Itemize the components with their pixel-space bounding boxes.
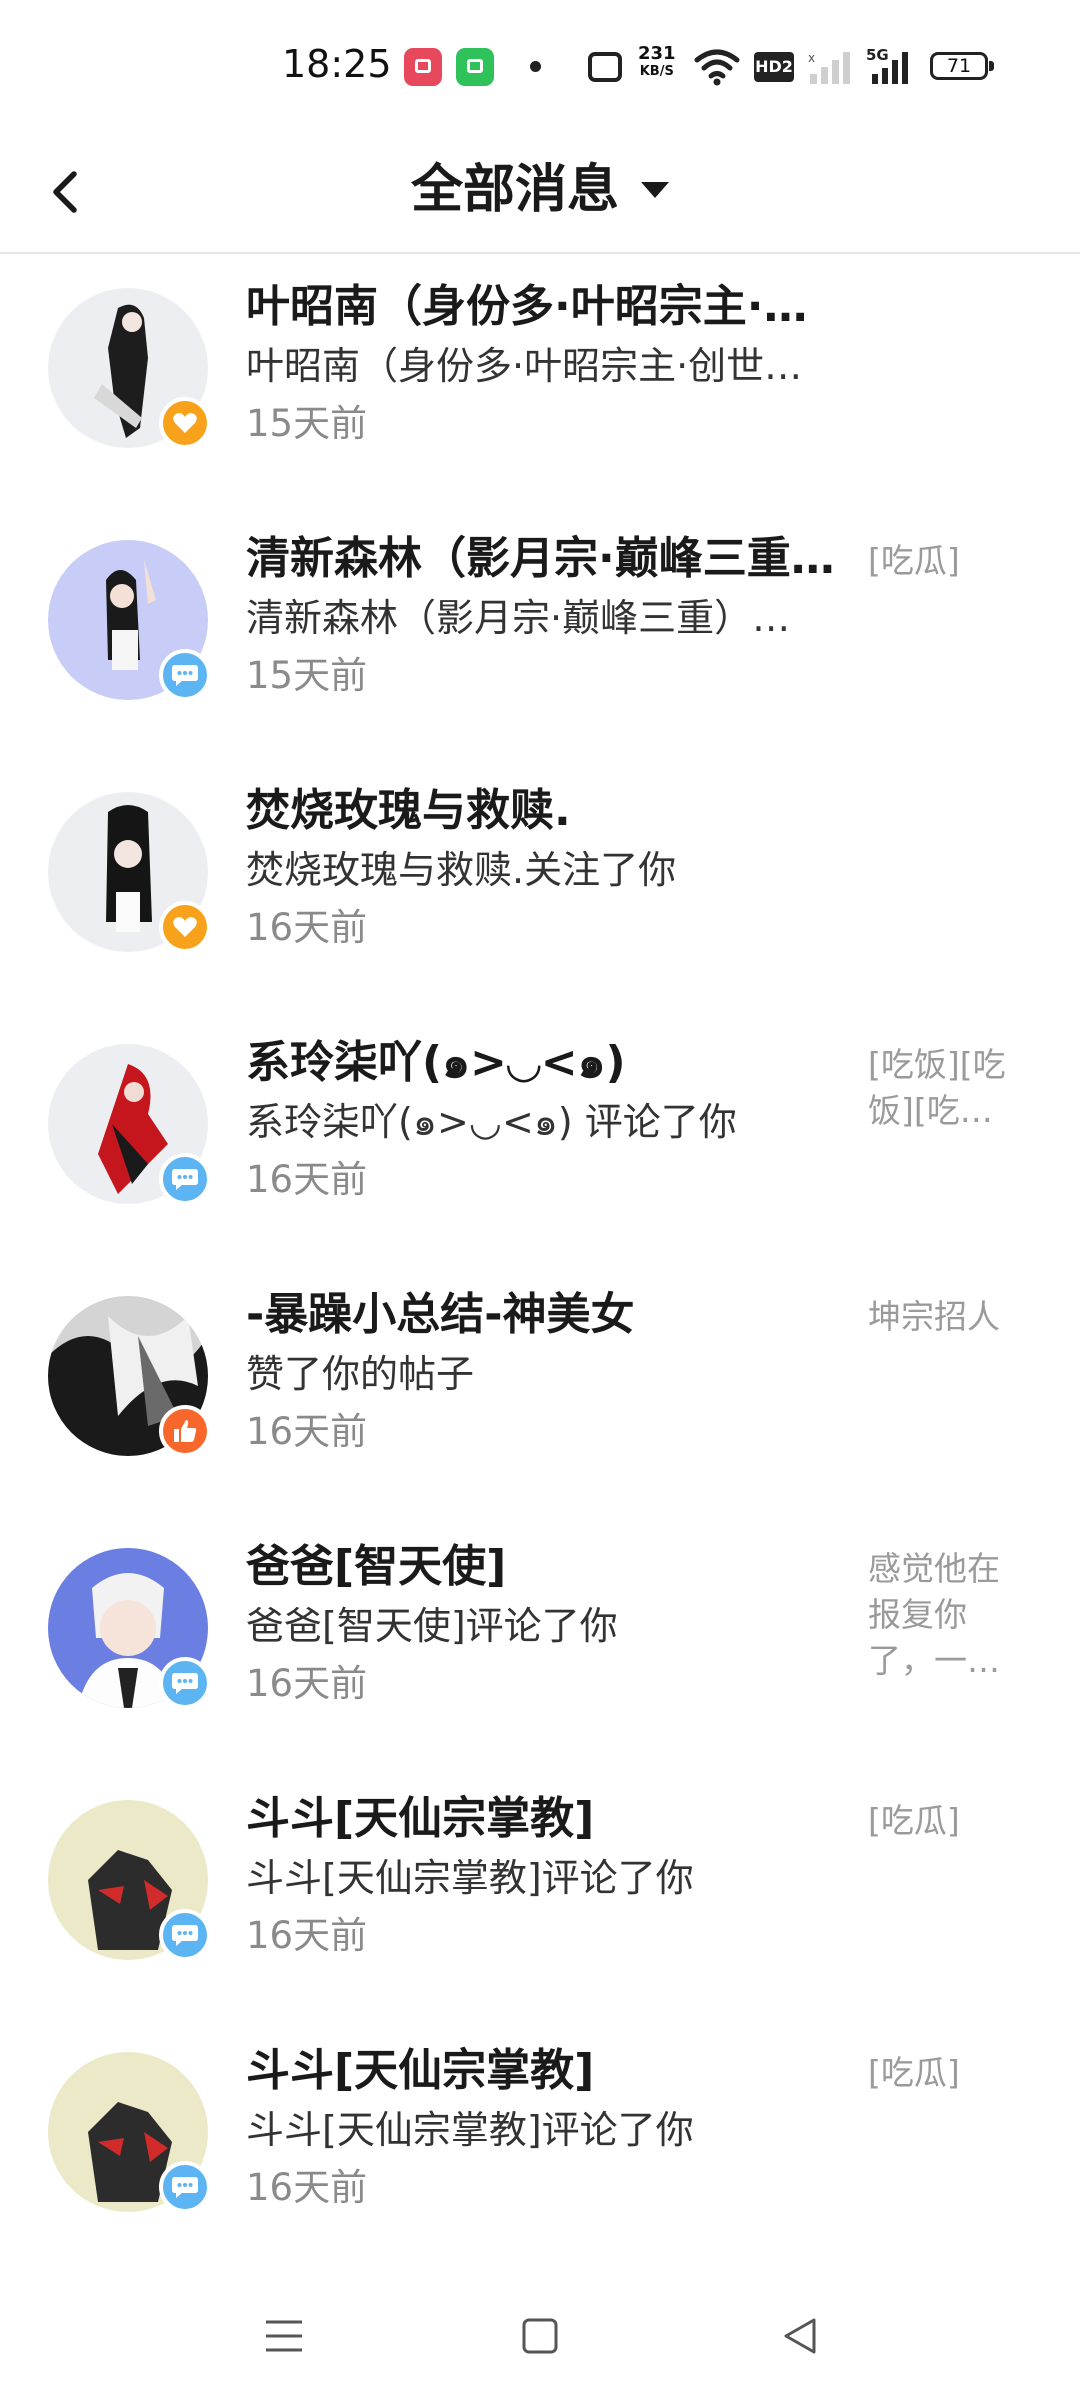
heart-icon	[159, 901, 211, 953]
chat-icon	[159, 1153, 211, 1205]
message-content: 系玲柒吖(๑>◡<๑) 评论了你	[246, 1100, 737, 1144]
message-item[interactable]: 清新森林（影月宗·巅峰三重）… 清新森林（影月宗·巅峰三重）… 15天前 [吃瓜]	[0, 506, 1080, 758]
message-content: 斗斗[天仙宗掌教]评论了你	[246, 2108, 694, 2152]
message-time: 16天前	[246, 1410, 368, 1453]
menu-button[interactable]	[254, 2306, 314, 2366]
nfc-icon	[588, 52, 622, 82]
quoted-preview: 坤宗招人	[868, 1297, 1000, 1336]
chat-icon	[159, 649, 211, 701]
system-nav-bar	[0, 2270, 1080, 2400]
chat-icon	[159, 1657, 211, 1709]
net-speed-value: 231	[638, 43, 676, 64]
app-store-icon	[456, 48, 494, 86]
svg-text:x: x	[808, 51, 815, 65]
heart-icon	[159, 397, 211, 449]
back-triangle-icon	[784, 2318, 816, 2354]
message-time: 16天前	[246, 906, 368, 949]
quoted-preview: [吃瓜]	[868, 2053, 960, 2092]
menu-icon	[266, 2320, 302, 2352]
message-time: 15天前	[246, 654, 368, 697]
hd-icon: HD2	[754, 52, 794, 82]
message-item[interactable]: -暴躁小总结-神美女赞了你的帖子 16天前 坤宗招人	[0, 1262, 1080, 1514]
header-bar: 全部消息	[0, 130, 1080, 254]
message-content: 赞了你的帖子	[246, 1352, 475, 1396]
message-time: 15天前	[246, 402, 368, 445]
network-label: 5G	[866, 46, 889, 64]
home-square-icon	[522, 2318, 558, 2354]
sender-name: 清新森林（影月宗·巅峰三重）…	[246, 533, 836, 584]
net-speed: 231 KB/S	[638, 43, 676, 80]
sender-name: 叶昭南（身份多·叶昭宗主·创世…	[246, 281, 836, 332]
thumbs-up-icon	[159, 1405, 211, 1457]
home-button[interactable]	[510, 2306, 570, 2366]
message-item[interactable]: 系玲柒吖(๑>◡<๑) 系玲柒吖(๑>◡<๑) 评论了你 16天前 [吃饭][吃饭][…	[0, 1010, 1080, 1262]
sender-name: 斗斗[天仙宗掌教]	[246, 1793, 595, 1844]
status-bar: 18:25 231 KB/S HD2 x 5G 71	[0, 0, 1080, 130]
message-item[interactable]: 斗斗[天仙宗掌教] 斗斗[天仙宗掌教]评论了你 16天前 [吃瓜]	[0, 2018, 1080, 2270]
caret-down-icon	[641, 182, 669, 198]
message-content: 斗斗[天仙宗掌教]评论了你	[246, 1856, 694, 1900]
message-time: 16天前	[246, 1662, 368, 1705]
sender-name: -暴躁小总结-神美女	[246, 1289, 635, 1340]
chat-icon	[159, 1909, 211, 1961]
sender-name: 焚烧玫瑰与救赎.	[246, 785, 571, 836]
battery-icon: 71	[930, 52, 994, 80]
message-filter-dropdown[interactable]: 全部消息	[0, 152, 1080, 228]
chat-icon	[159, 2161, 211, 2213]
status-time: 18:25	[282, 42, 392, 86]
message-item[interactable]: 斗斗[天仙宗掌教] 斗斗[天仙宗掌教]评论了你 16天前 [吃瓜]	[0, 1766, 1080, 2018]
quoted-preview: [吃瓜]	[868, 1801, 960, 1840]
quoted-preview: [吃瓜]	[868, 541, 960, 580]
message-time: 16天前	[246, 1158, 368, 1201]
message-content: 爸爸[智天使]评论了你	[246, 1604, 618, 1648]
message-time: 16天前	[246, 2166, 368, 2209]
signal-icon: x	[808, 51, 850, 84]
message-list: 叶昭南（身份多·叶昭宗主·创世… 叶昭南（身份多·叶昭宗主·创世… 15天前 清新森林…	[0, 254, 1080, 2270]
message-item[interactable]: 爸爸[智天使] 爸爸[智天使]评论了你 16天前 感觉他在报复你了，一…	[0, 1514, 1080, 1766]
message-item[interactable]: 焚烧玫瑰与救赎. 焚烧玫瑰与救赎.关注了你 16天前	[0, 758, 1080, 1010]
net-speed-unit: KB/S	[639, 64, 674, 79]
message-content: 清新森林（影月宗·巅峰三重）…	[246, 596, 791, 640]
sender-name: 系玲柒吖(๑>◡<๑)	[246, 1037, 626, 1088]
screen-recorder-icon	[404, 48, 442, 86]
sender-name: 斗斗[天仙宗掌教]	[246, 2045, 595, 2096]
sender-name: 爸爸[智天使]	[246, 1541, 507, 1592]
dot-icon	[530, 61, 541, 72]
message-item[interactable]: 叶昭南（身份多·叶昭宗主·创世… 叶昭南（身份多·叶昭宗主·创世… 15天前	[0, 254, 1080, 506]
signal-5g-icon: 5G	[866, 46, 908, 84]
wifi-icon	[694, 49, 740, 86]
message-content: 焚烧玫瑰与救赎.关注了你	[246, 848, 677, 892]
back-nav-button[interactable]	[770, 2306, 830, 2366]
page-title: 全部消息	[410, 160, 619, 220]
quoted-preview: 感觉他在报复你了，一…	[868, 1549, 1000, 1680]
message-content: 叶昭南（身份多·叶昭宗主·创世…	[246, 344, 803, 388]
message-time: 16天前	[246, 1914, 368, 1957]
quoted-preview: [吃饭][吃饭][吃…	[868, 1045, 1006, 1130]
